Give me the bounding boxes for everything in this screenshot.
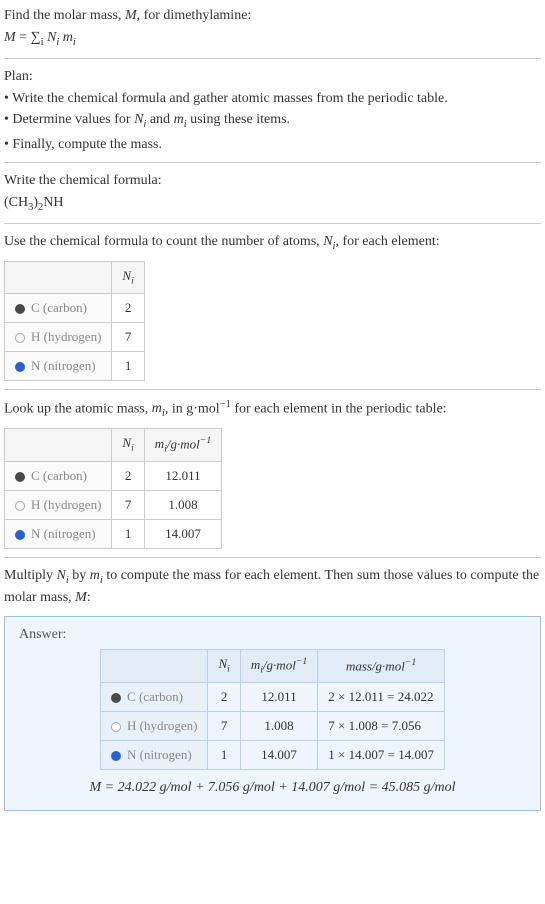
n-cell: 1 bbox=[112, 351, 144, 380]
ni-header: Ni bbox=[112, 261, 144, 293]
multiply-section: Multiply Ni by mi to compute the mass fo… bbox=[4, 566, 541, 608]
table-row: H (hydrogen) 7 1.008 bbox=[5, 490, 222, 519]
carbon-dot-icon bbox=[15, 304, 25, 314]
hydrogen-dot-icon bbox=[111, 722, 121, 732]
plan-bullet-1: • Write the chemical formula and gather … bbox=[4, 89, 541, 109]
intro-line: Find the molar mass, M, for dimethylamin… bbox=[4, 6, 541, 26]
carbon-dot-icon bbox=[15, 472, 25, 482]
element-cell: C (carbon) bbox=[5, 293, 112, 322]
divider bbox=[4, 389, 541, 390]
divider bbox=[4, 223, 541, 224]
count-section: Use the chemical formula to count the nu… bbox=[4, 232, 541, 380]
m-cell: 12.011 bbox=[240, 682, 317, 711]
mass-cell: 7 × 1.008 = 7.056 bbox=[318, 711, 445, 740]
table-row: C (carbon) 2 bbox=[5, 293, 145, 322]
element-cell: N (nitrogen) bbox=[5, 519, 112, 548]
multiply-intro: Multiply Ni by mi to compute the mass fo… bbox=[4, 566, 541, 608]
n-cell: 7 bbox=[112, 322, 144, 351]
intro-section: Find the molar mass, M, for dimethylamin… bbox=[4, 6, 541, 50]
element-label: C (carbon) bbox=[31, 468, 87, 483]
plan-bullet-3: • Finally, compute the mass. bbox=[4, 135, 541, 155]
n-cell: 7 bbox=[112, 490, 144, 519]
mass-table: Ni mi/g·mol−1 C (carbon) 2 12.011 H (hyd… bbox=[4, 428, 222, 549]
table-row: H (hydrogen) 7 1.008 7 × 1.008 = 7.056 bbox=[101, 711, 445, 740]
element-cell: C (carbon) bbox=[101, 682, 208, 711]
n-cell: 7 bbox=[208, 711, 240, 740]
table-row: C (carbon) 2 12.011 bbox=[5, 461, 222, 490]
mass-cell: 2 × 12.011 = 24.022 bbox=[318, 682, 445, 711]
m-cell: 14.007 bbox=[144, 519, 221, 548]
element-label: N (nitrogen) bbox=[31, 358, 96, 373]
element-label: H (hydrogen) bbox=[31, 497, 101, 512]
element-cell: H (hydrogen) bbox=[5, 322, 112, 351]
n-cell: 2 bbox=[208, 682, 240, 711]
blank-header bbox=[5, 428, 112, 461]
element-label: C (carbon) bbox=[31, 300, 87, 315]
mi-header: mi/g·mol−1 bbox=[144, 428, 221, 461]
blank-header bbox=[101, 649, 208, 682]
nitrogen-dot-icon bbox=[15, 362, 25, 372]
element-cell: N (nitrogen) bbox=[5, 351, 112, 380]
nitrogen-dot-icon bbox=[111, 751, 121, 761]
divider bbox=[4, 58, 541, 59]
mass-intro: Look up the atomic mass, mi, in g·mol−1 … bbox=[4, 398, 541, 422]
n-cell: 1 bbox=[208, 740, 240, 769]
carbon-dot-icon bbox=[111, 693, 121, 703]
mass-cell: 1 × 14.007 = 14.007 bbox=[318, 740, 445, 769]
element-label: C (carbon) bbox=[127, 689, 183, 704]
chem-formula-label: Write the chemical formula: bbox=[4, 171, 541, 191]
table-row: H (hydrogen) 7 bbox=[5, 322, 145, 351]
chem-formula: (CH3)2NH bbox=[4, 193, 541, 215]
ni-header: Ni bbox=[112, 428, 144, 461]
element-cell: H (hydrogen) bbox=[5, 490, 112, 519]
answer-table: Ni mi/g·mol−1 mass/g·mol−1 C (carbon) 2 … bbox=[100, 649, 445, 770]
chemical-formula-section: Write the chemical formula: (CH3)2NH bbox=[4, 171, 541, 215]
n-cell: 2 bbox=[112, 461, 144, 490]
answer-box: Answer: Ni mi/g·mol−1 mass/g·mol−1 C (ca… bbox=[4, 616, 541, 811]
count-intro: Use the chemical formula to count the nu… bbox=[4, 232, 541, 254]
hydrogen-dot-icon bbox=[15, 333, 25, 343]
answer-title: Answer: bbox=[19, 627, 526, 643]
final-result: M = 24.022 g/mol + 7.056 g/mol + 14.007 … bbox=[19, 780, 526, 796]
divider bbox=[4, 162, 541, 163]
element-cell: N (nitrogen) bbox=[101, 740, 208, 769]
m-cell: 12.011 bbox=[144, 461, 221, 490]
table-row: N (nitrogen) 1 14.007 1 × 14.007 = 14.00… bbox=[101, 740, 445, 769]
table-row: N (nitrogen) 1 bbox=[5, 351, 145, 380]
table-row: N (nitrogen) 1 14.007 bbox=[5, 519, 222, 548]
hydrogen-dot-icon bbox=[15, 501, 25, 511]
nitrogen-dot-icon bbox=[15, 530, 25, 540]
m-cell: 14.007 bbox=[240, 740, 317, 769]
m-cell: 1.008 bbox=[144, 490, 221, 519]
plan-title: Plan: bbox=[4, 67, 541, 87]
intro-formula: M = ∑i Ni mi bbox=[4, 28, 541, 50]
count-table: Ni C (carbon) 2 H (hydrogen) 7 N (nitrog… bbox=[4, 261, 145, 381]
ni-header: Ni bbox=[208, 649, 240, 682]
mass-header: mass/g·mol−1 bbox=[318, 649, 445, 682]
n-cell: 2 bbox=[112, 293, 144, 322]
divider bbox=[4, 557, 541, 558]
element-cell: C (carbon) bbox=[5, 461, 112, 490]
element-label: N (nitrogen) bbox=[127, 747, 192, 762]
table-row: C (carbon) 2 12.011 2 × 12.011 = 24.022 bbox=[101, 682, 445, 711]
element-label: N (nitrogen) bbox=[31, 526, 96, 541]
n-cell: 1 bbox=[112, 519, 144, 548]
mi-header: mi/g·mol−1 bbox=[240, 649, 317, 682]
mass-section: Look up the atomic mass, mi, in g·mol−1 … bbox=[4, 398, 541, 549]
blank-header bbox=[5, 261, 112, 293]
m-cell: 1.008 bbox=[240, 711, 317, 740]
element-cell: H (hydrogen) bbox=[101, 711, 208, 740]
element-label: H (hydrogen) bbox=[127, 718, 197, 733]
plan-section: Plan: • Write the chemical formula and g… bbox=[4, 67, 541, 154]
plan-bullet-2: • Determine values for Ni and mi using t… bbox=[4, 110, 541, 132]
element-label: H (hydrogen) bbox=[31, 329, 101, 344]
